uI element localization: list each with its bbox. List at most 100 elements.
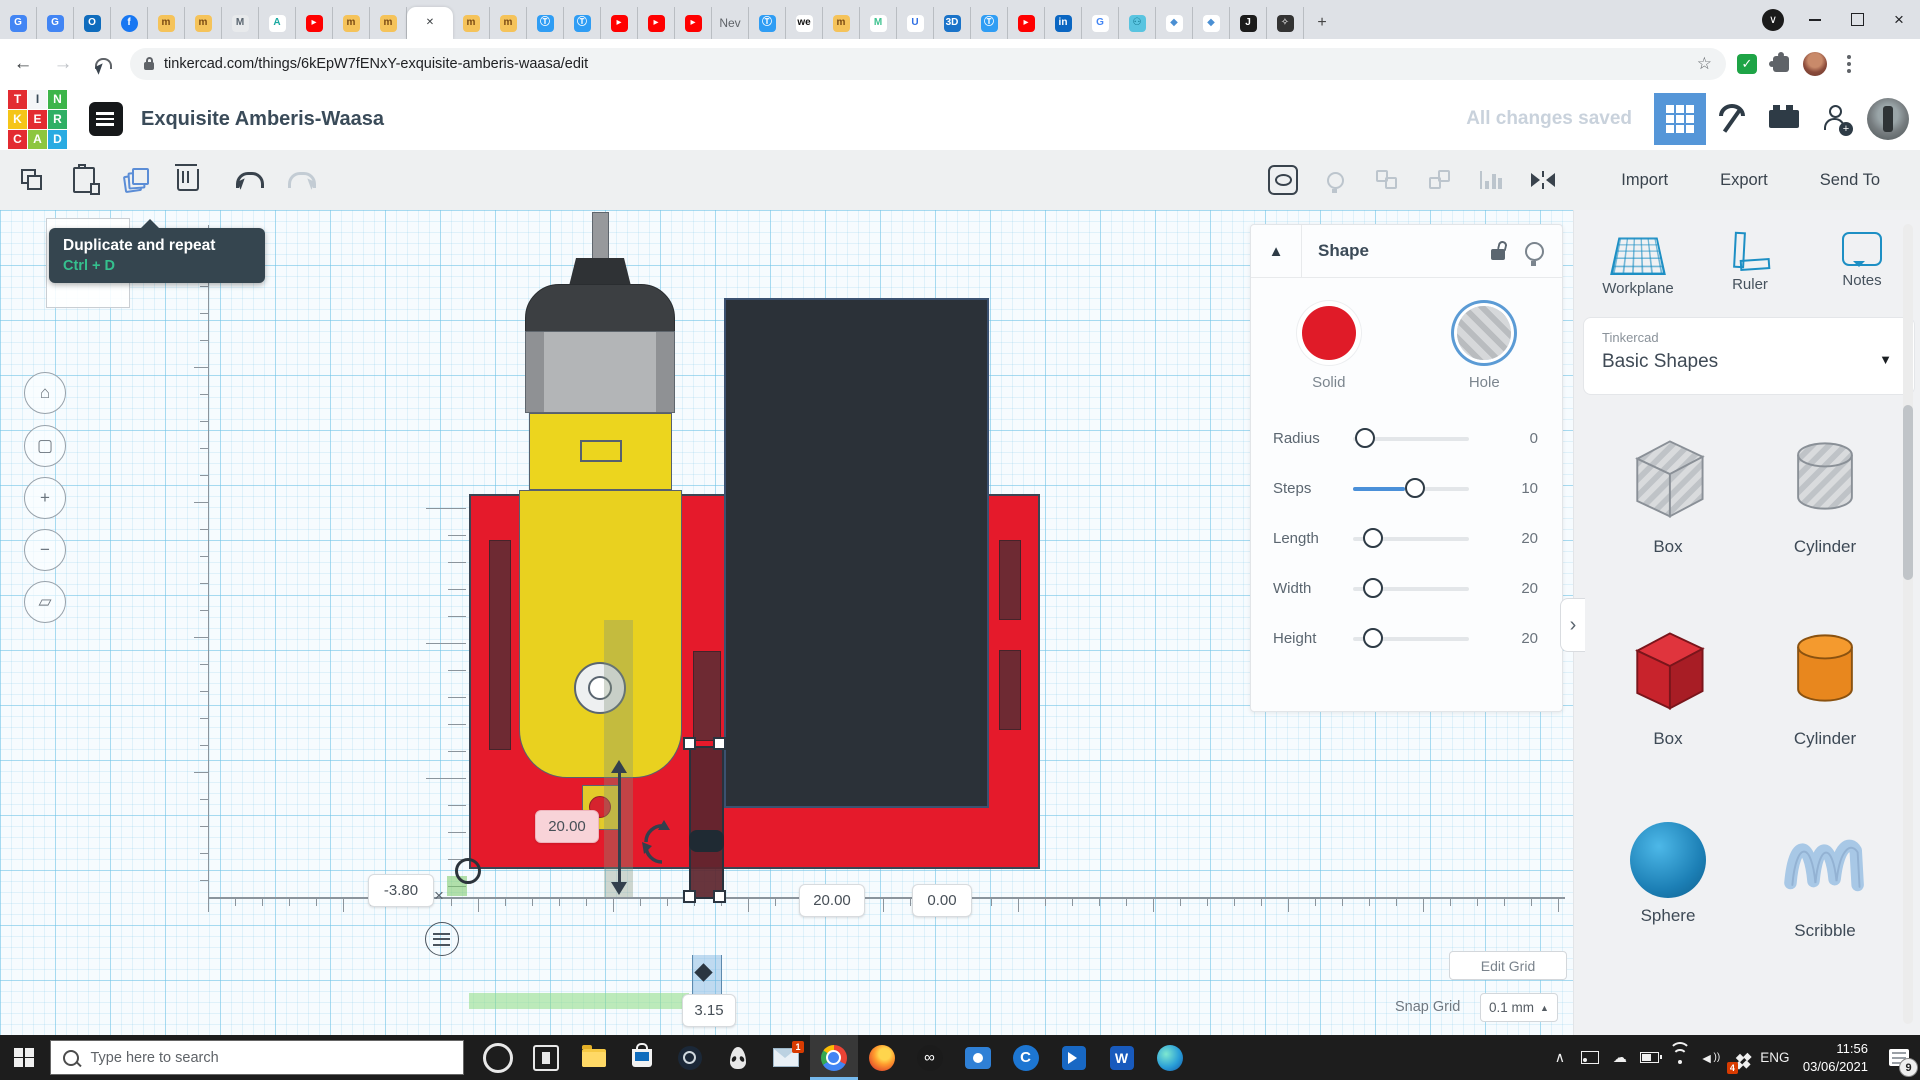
design-menu-icon[interactable] <box>89 102 123 136</box>
window-close-button[interactable]: × <box>1878 0 1920 39</box>
browser-tab-google[interactable]: G <box>1082 7 1119 39</box>
browser-menu-kebab-icon[interactable] <box>1836 51 1862 77</box>
forward-button[interactable]: → <box>46 47 80 81</box>
taskbar-app-bolt[interactable] <box>1050 1035 1098 1080</box>
bookmark-star-icon[interactable]: ☆ <box>1697 54 1712 74</box>
selection-handle-bottom-left[interactable] <box>683 890 696 903</box>
browser-tab-moodle[interactable]: m <box>185 7 222 39</box>
perspective-toggle-button[interactable]: ▱ <box>24 581 66 623</box>
extension-check-icon[interactable]: ✓ <box>1734 51 1760 77</box>
browser-profile-avatar[interactable] <box>1802 51 1828 77</box>
solid-swatch[interactable] <box>1301 306 1356 360</box>
invite-person-add-button[interactable]: + <box>1810 93 1862 145</box>
browser-tab-youtube[interactable]: ▸ <box>638 7 675 39</box>
plate-slot-hole-left[interactable] <box>489 540 511 750</box>
start-button[interactable] <box>0 1047 50 1068</box>
taskbar-app-chrome[interactable] <box>809 1035 858 1080</box>
browser-tab-youtube[interactable]: ▸ <box>296 7 333 39</box>
rotate-handle-icon[interactable] <box>638 818 672 868</box>
address-bar[interactable]: tinkercad.com/things/6kEpW7fENxY-exquisi… <box>130 47 1726 80</box>
align-button[interactable] <box>1465 158 1517 202</box>
show-hide-button[interactable] <box>1257 158 1309 202</box>
battery-icon[interactable] <box>1635 1035 1665 1080</box>
slider-knob[interactable] <box>1405 478 1426 498</box>
material-solid-option[interactable]: Solid <box>1301 306 1356 391</box>
undo-button[interactable] <box>224 158 276 202</box>
browser-tab-ublue[interactable]: U <box>897 7 934 39</box>
taskbar-app-capture-c[interactable]: C <box>1002 1035 1050 1080</box>
browser-tab-tinkercad[interactable]: Ⓣ <box>971 7 1008 39</box>
onedrive-cloud-icon[interactable]: ☁ <box>1605 1035 1635 1080</box>
blocks-view-button[interactable] <box>1654 93 1706 145</box>
slider-knob[interactable] <box>1363 628 1384 648</box>
shape-tile-hole-box[interactable]: Box <box>1603 428 1733 557</box>
taskbar-app-alienware[interactable] <box>714 1035 762 1080</box>
browser-tab-moodle[interactable]: m <box>148 7 185 39</box>
browser-tab-youtube[interactable]: ▸ <box>1008 7 1045 39</box>
browser-tab-moodle[interactable]: m <box>453 7 490 39</box>
zoom-in-button[interactable]: + <box>24 477 66 519</box>
dimension-x-length-field[interactable]: 20.00 <box>799 884 865 917</box>
taskbar-app-browser-circle[interactable] <box>474 1035 522 1080</box>
dimension-width-field[interactable]: 3.15 <box>682 994 736 1027</box>
taskbar-app-mail[interactable]: 1 <box>762 1035 810 1080</box>
browser-tab-book[interactable]: ◆ <box>1193 7 1230 39</box>
taskbar-app-edge-beta[interactable] <box>1146 1035 1194 1080</box>
browser-tab-moodle[interactable]: m <box>823 7 860 39</box>
taskbar-app-word[interactable]: W <box>1098 1035 1146 1080</box>
dimension-x-offset-field[interactable]: -3.80 <box>368 874 434 907</box>
sidebar-scrollbar-thumb[interactable] <box>1903 405 1913 580</box>
black-box-shape[interactable] <box>724 298 989 808</box>
motor-body-gray-shape[interactable] <box>525 331 675 413</box>
selection-handle-top-left[interactable] <box>683 737 696 750</box>
snap-grid-dropdown[interactable]: 0.1 mm ▲ <box>1480 993 1558 1022</box>
browser-tab-mgreen[interactable]: M <box>860 7 897 39</box>
window-maximize-button[interactable] <box>1836 0 1878 39</box>
group-button[interactable] <box>1361 158 1413 202</box>
taskbar-app-explorer[interactable] <box>570 1035 618 1080</box>
browser-tab-robot[interactable]: ⚇ <box>1119 7 1156 39</box>
window-minimize-button[interactable] <box>1794 0 1836 39</box>
selection-handle-bottom-right[interactable] <box>713 890 726 903</box>
delete-button[interactable] <box>162 158 214 202</box>
browser-tab-mhex[interactable]: M <box>222 7 259 39</box>
panel-collapse-button[interactable]: ▲ <box>1251 225 1302 277</box>
reload-button[interactable] <box>86 47 120 81</box>
extensions-puzzle-icon[interactable] <box>1768 51 1794 77</box>
browser-tab-facebook[interactable]: f <box>111 7 148 39</box>
minecraft-pickaxe-button[interactable] <box>1706 93 1758 145</box>
browser-tab-tinkercad[interactable]: Ⓣ <box>527 7 564 39</box>
edit-grid-button[interactable]: Edit Grid <box>1449 951 1567 980</box>
notification-center-button[interactable]: 9 <box>1878 1035 1920 1080</box>
sidebar-tool-workplane[interactable]: Workplane <box>1588 232 1688 297</box>
volume-icon[interactable]: ◄)) <box>1695 1035 1725 1080</box>
language-indicator[interactable]: ENG <box>1755 1035 1795 1080</box>
taskbar-clock[interactable]: 11:56 03/06/2021 <box>1803 1040 1868 1075</box>
cast-icon[interactable] <box>1575 1035 1605 1080</box>
dimension-height-field[interactable]: 20.00 <box>535 810 599 843</box>
browser-tab-moodle[interactable]: m <box>333 7 370 39</box>
browser-tab-autodesk[interactable]: A <box>259 7 296 39</box>
plate-slot-hole-right-lower[interactable] <box>999 650 1021 730</box>
browser-tab-youtube[interactable]: ▸ <box>601 7 638 39</box>
browser-tab-threed[interactable]: 3D <box>934 7 971 39</box>
move-arrow-down[interactable] <box>611 882 627 903</box>
visibility-bulb-icon[interactable] <box>1525 241 1544 266</box>
selected-hole-shape[interactable] <box>689 746 724 899</box>
browser-tab-moodle[interactable]: m <box>490 7 527 39</box>
shape-library-dropdown[interactable]: Tinkercad Basic Shapes ▼ <box>1583 317 1915 395</box>
shape-tile-sphere[interactable]: Sphere <box>1603 812 1733 926</box>
brick-button[interactable] <box>1758 93 1810 145</box>
browser-tab-tinkercad[interactable]: Ⓣ <box>749 7 786 39</box>
user-avatar[interactable] <box>1862 93 1914 145</box>
mirror-button[interactable] <box>1517 158 1569 202</box>
taskbar-app-task-view[interactable] <box>522 1035 570 1080</box>
browser-tab-tinkercad[interactable]: Ⓣ <box>564 7 601 39</box>
slider-knob[interactable] <box>1355 428 1376 448</box>
taskbar-app-camera[interactable] <box>954 1035 1002 1080</box>
tray-chevron-icon[interactable]: ∧ <box>1545 1035 1575 1080</box>
ungroup-button[interactable] <box>1413 158 1465 202</box>
taskbar-app-firefox[interactable] <box>858 1035 906 1080</box>
hole-swatch[interactable] <box>1457 306 1512 360</box>
browser-tab-linkedin[interactable]: in <box>1045 7 1082 39</box>
